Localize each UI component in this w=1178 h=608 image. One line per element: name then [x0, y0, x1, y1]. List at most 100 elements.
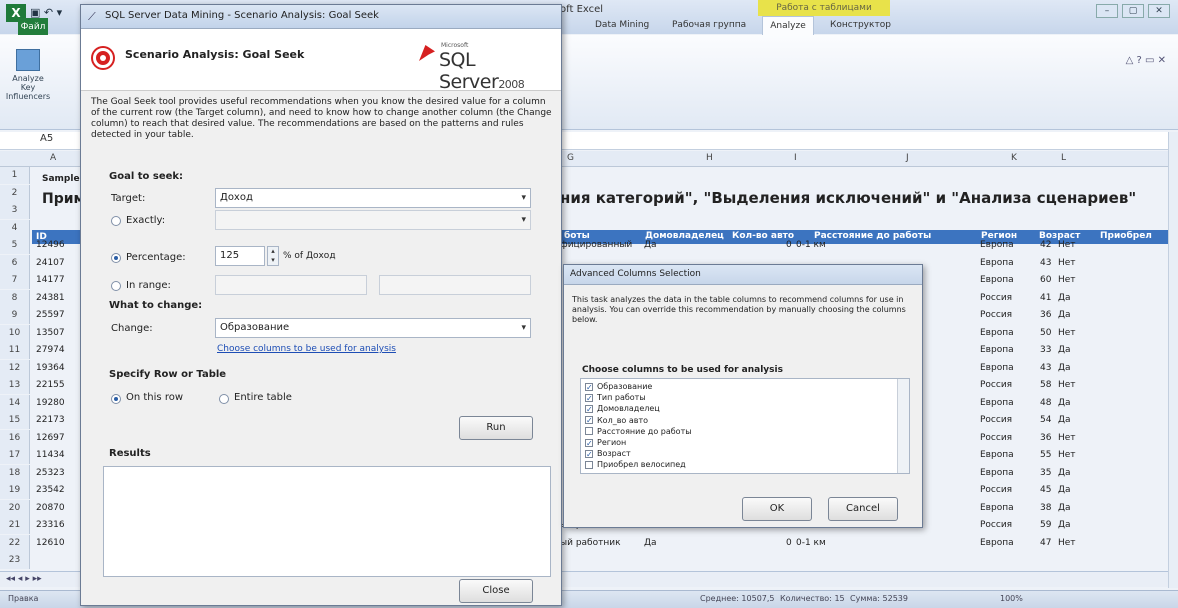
sheet-nav-arrows-icon[interactable]: ◂◂ ◂ ▸ ▸▸: [6, 574, 42, 584]
table-cell[interactable]: Россия: [980, 433, 1012, 443]
table-cell[interactable]: Да: [1058, 293, 1071, 303]
table-cell[interactable]: 55: [1040, 450, 1051, 460]
file-tab[interactable]: Файл: [18, 18, 48, 36]
in-range-radio[interactable]: [111, 281, 121, 291]
percentage-input[interactable]: 125: [215, 246, 265, 266]
table-cell[interactable]: Нет: [1058, 258, 1076, 268]
table-cell[interactable]: 25597: [36, 310, 65, 320]
table-cell[interactable]: Европа: [980, 258, 1014, 268]
table-cell[interactable]: Да: [1058, 468, 1071, 478]
table-cell[interactable]: 12496: [36, 240, 65, 250]
table-cell[interactable]: 42: [1040, 240, 1051, 250]
row-header[interactable]: 10: [0, 324, 30, 342]
table-cell[interactable]: 48: [1040, 398, 1051, 408]
table-cell[interactable]: 22155: [36, 380, 65, 390]
header-commute[interactable]: Расстояние до работы: [814, 231, 931, 241]
row-header[interactable]: 7: [0, 272, 30, 289]
tab-designer[interactable]: Конструктор: [830, 20, 891, 30]
table-cell[interactable]: 11434: [36, 450, 65, 460]
checkbox-checked-icon[interactable]: ✓: [585, 382, 593, 391]
checkbox-checked-icon[interactable]: ✓: [585, 393, 593, 402]
table-cell[interactable]: 36: [1040, 310, 1051, 320]
table-cell[interactable]: 12610: [36, 538, 65, 548]
table-cell[interactable]: 19280: [36, 398, 65, 408]
table-cell[interactable]: 25323: [36, 468, 65, 478]
column-checkbox-item[interactable]: ✓ Образование: [585, 382, 652, 391]
table-cell[interactable]: 24381: [36, 293, 65, 303]
table-cell[interactable]: 23542: [36, 485, 65, 495]
table-cell[interactable]: Европа: [980, 468, 1014, 478]
table-cell[interactable]: Нет: [1058, 328, 1076, 338]
column-header-g[interactable]: G: [567, 153, 574, 163]
exactly-input[interactable]: ▾: [215, 210, 531, 230]
table-cell[interactable]: Нет: [1058, 380, 1076, 390]
results-box[interactable]: [103, 466, 551, 577]
row-header[interactable]: 21: [0, 517, 30, 534]
column-header-i[interactable]: I: [794, 153, 797, 163]
ok-button[interactable]: OK: [742, 497, 812, 521]
row-header[interactable]: 3: [0, 202, 30, 219]
row-header[interactable]: 15: [0, 412, 30, 429]
status-zoom[interactable]: 100%: [1000, 594, 1023, 603]
table-cell[interactable]: Европа: [980, 345, 1014, 355]
row-header[interactable]: 9: [0, 307, 30, 324]
table-cell[interactable]: 22173: [36, 415, 65, 425]
table-cell[interactable]: 12697: [36, 433, 65, 443]
column-header-l[interactable]: L: [1061, 153, 1066, 163]
row-header[interactable]: 22: [0, 534, 30, 552]
checkbox-checked-icon[interactable]: ✓: [585, 404, 593, 413]
row-header[interactable]: 6: [0, 254, 30, 272]
tab-analyze[interactable]: Analyze: [762, 16, 814, 36]
table-cell[interactable]: 35: [1040, 468, 1051, 478]
table-cell[interactable]: Европа: [980, 538, 1014, 548]
range-max-input[interactable]: [379, 275, 531, 295]
table-cell[interactable]: Европа: [980, 240, 1014, 250]
row-header[interactable]: 8: [0, 289, 30, 307]
table-cell[interactable]: 47: [1040, 538, 1051, 548]
table-cell[interactable]: 36: [1040, 433, 1051, 443]
checkbox-unchecked-icon[interactable]: [585, 427, 593, 436]
table-cell[interactable]: 43: [1040, 258, 1051, 268]
tab-data-mining[interactable]: Data Mining: [595, 20, 649, 30]
row-header[interactable]: 20: [0, 499, 30, 517]
table-cell[interactable]: Да: [1058, 415, 1071, 425]
table-cell[interactable]: Европа: [980, 450, 1014, 460]
row-header[interactable]: 5: [0, 237, 30, 254]
table-cell[interactable]: Россия: [980, 485, 1012, 495]
change-select[interactable]: Образование ▾: [215, 318, 531, 338]
column-checkbox-item[interactable]: Приобрел велосипед: [585, 460, 686, 469]
close-icon[interactable]: ✕: [1148, 4, 1170, 18]
target-select[interactable]: Доход ▾: [215, 188, 531, 208]
table-cell[interactable]: 45: [1040, 485, 1051, 495]
table-cell[interactable]: фицированный: [560, 240, 632, 250]
table-cell[interactable]: 0: [786, 538, 792, 548]
minimize-icon[interactable]: –: [1096, 4, 1118, 18]
column-checkbox-item[interactable]: ✓ Домовладелец: [585, 404, 660, 413]
table-cell[interactable]: Да: [644, 538, 657, 548]
table-cell[interactable]: Европа: [980, 398, 1014, 408]
table-cell[interactable]: ый работник: [560, 538, 621, 548]
checklist-scrollbar[interactable]: [897, 379, 909, 473]
row-header[interactable]: 16: [0, 429, 30, 447]
column-checkbox-item[interactable]: ✓ Тип работы: [585, 393, 646, 402]
table-cell[interactable]: 24107: [36, 258, 65, 268]
table-cell[interactable]: 0-1 км: [796, 538, 826, 548]
header-cars[interactable]: Кол-во авто: [732, 231, 794, 241]
column-checkbox-item[interactable]: ✓ Кол_во авто: [585, 416, 648, 425]
checkbox-checked-icon[interactable]: ✓: [585, 449, 593, 458]
table-cell[interactable]: Да: [644, 240, 657, 250]
row-header[interactable]: 4: [0, 219, 30, 237]
row-header[interactable]: 11: [0, 342, 30, 359]
choose-columns-link[interactable]: Choose columns to be used for analysis: [217, 344, 396, 354]
table-cell[interactable]: Да: [1058, 310, 1071, 320]
row-header[interactable]: 23: [0, 552, 30, 569]
table-cell[interactable]: 23316: [36, 520, 65, 530]
table-cell[interactable]: Россия: [980, 380, 1012, 390]
on-this-row-radio[interactable]: [111, 394, 121, 404]
table-cell[interactable]: 0: [786, 240, 792, 250]
row-header[interactable]: 1: [0, 167, 30, 184]
table-cell[interactable]: 20870: [36, 503, 65, 513]
row-header[interactable]: 19: [0, 482, 30, 499]
table-cell[interactable]: 58: [1040, 380, 1051, 390]
table-cell[interactable]: Россия: [980, 293, 1012, 303]
